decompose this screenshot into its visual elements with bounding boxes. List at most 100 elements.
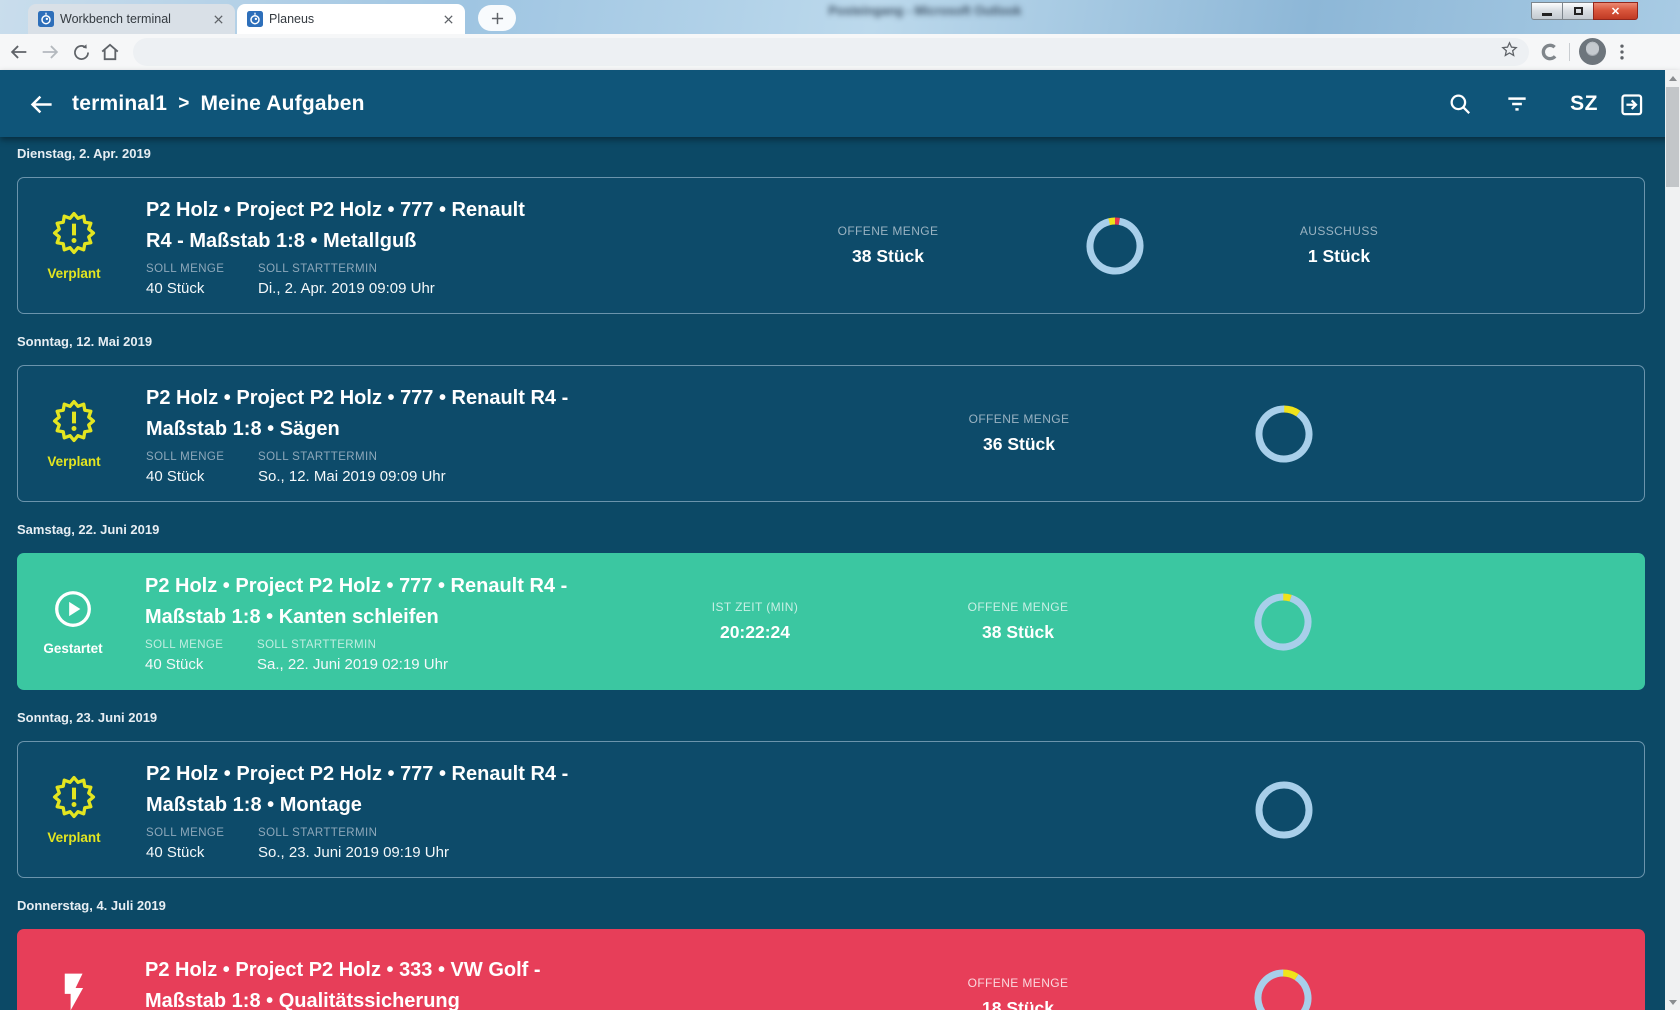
arrow-back-icon bbox=[30, 95, 52, 113]
day-section: Donnerstag, 4. Juli 2019 P2 Holz • Proje… bbox=[0, 898, 1680, 1010]
task-title: P2 Holz • Project P2 Holz • 777 • Renaul… bbox=[146, 383, 711, 445]
back-arrow-button[interactable] bbox=[26, 89, 56, 119]
task-main: P2 Holz • Project P2 Holz • 777 • Renaul… bbox=[146, 759, 711, 861]
field-value: 40 Stück bbox=[146, 843, 205, 861]
metric-label: OFFENE MENGE bbox=[968, 412, 1070, 426]
task-title: P2 Holz • Project P2 Holz • 777 • Renaul… bbox=[146, 759, 711, 821]
metric: OFFENE MENGE 36 Stück bbox=[909, 366, 1129, 501]
browser-toolbar bbox=[0, 34, 1680, 70]
day-section: Sonntag, 12. Mai 2019 Verplant P2 Holz •… bbox=[0, 334, 1680, 502]
task-card[interactable]: P2 Holz • Project P2 Holz • 333 • VW Gol… bbox=[17, 929, 1645, 1010]
fields-row: SOLL MENGE 40 Stück SOLL STARTTERMIN Sa., 2… bbox=[145, 639, 710, 673]
toolbar-divider bbox=[1569, 43, 1570, 61]
field-label: SOLL STARTTERMIN bbox=[258, 826, 378, 839]
breadcrumb: terminal1 > Meine Aufgaben bbox=[72, 70, 365, 137]
metric-label: OFFENE MENGE bbox=[967, 600, 1069, 614]
back-button[interactable] bbox=[7, 40, 31, 64]
task-title-line2: Maßstab 1:8 • Sägen bbox=[146, 417, 340, 440]
scroll-up-button[interactable] bbox=[1665, 70, 1680, 86]
task-title-line2: R4 - Maßstab 1:8 • Metallguß bbox=[146, 229, 417, 252]
filter-button[interactable] bbox=[1500, 87, 1534, 121]
window-maximize-button[interactable] bbox=[1562, 2, 1593, 20]
field-label: SOLL STARTTERMIN bbox=[258, 450, 378, 463]
flash-icon bbox=[51, 970, 95, 1010]
bookmark-star-icon[interactable] bbox=[1500, 40, 1519, 64]
exit-to-app-icon bbox=[1620, 93, 1642, 115]
field-value: Sa., 22. Juni 2019 02:19 Uhr bbox=[257, 655, 448, 673]
extension-icon[interactable] bbox=[1538, 40, 1562, 64]
field-value: So., 23. Juni 2019 09:19 Uhr bbox=[258, 843, 449, 861]
task-title: P2 Holz • Project P2 Holz • 777 • Renaul… bbox=[145, 571, 710, 633]
app-header: terminal1 > Meine Aufgaben SZ bbox=[0, 70, 1680, 137]
task-card[interactable]: Gestartet P2 Holz • Project P2 Holz • 77… bbox=[17, 553, 1645, 690]
metric-value: 38 Stück bbox=[852, 246, 924, 266]
field-label: SOLL STARTTERMIN bbox=[257, 638, 377, 651]
planeus-favicon-icon bbox=[247, 11, 263, 27]
browser-titlebar: Posteingang - Microsoft Outlook Workbenc… bbox=[0, 0, 1680, 34]
scrollbar-thumb[interactable] bbox=[1666, 87, 1679, 187]
search-icon bbox=[1450, 94, 1471, 115]
status-column bbox=[17, 970, 129, 1010]
chevron-separator: > bbox=[178, 92, 190, 114]
tab-close-icon[interactable] bbox=[210, 11, 227, 28]
metric-label: IST ZEIT (MIN) bbox=[711, 600, 799, 614]
verplant-badge-icon bbox=[52, 211, 96, 260]
new-tab-button[interactable] bbox=[478, 5, 516, 31]
date-header: Sonntag, 23. Juni 2019 bbox=[17, 710, 158, 725]
user-initials-button[interactable]: SZ bbox=[1560, 70, 1608, 137]
detail-field: SOLL MENGE 40 Stück bbox=[146, 451, 244, 485]
tab-close-icon[interactable] bbox=[440, 11, 457, 28]
metric-value: 18 Stück bbox=[982, 998, 1054, 1010]
metric-label: OFFENE MENGE bbox=[837, 224, 939, 238]
task-main: P2 Holz • Project P2 Holz • 777 • Renaul… bbox=[146, 383, 711, 485]
detail-field: SOLL MENGE 40 Stück bbox=[145, 639, 243, 673]
verplant-badge-icon bbox=[52, 775, 96, 824]
metric: IST ZEIT (MIN) 20:22:24 bbox=[645, 553, 865, 690]
task-title-line1: P2 Holz • Project P2 Holz • 777 • Renaul… bbox=[146, 386, 569, 409]
status-column: Gestartet bbox=[17, 588, 129, 656]
window-close-button[interactable]: ✕ bbox=[1593, 2, 1638, 20]
status-column: Verplant bbox=[18, 211, 130, 281]
logout-button[interactable] bbox=[1614, 87, 1648, 121]
task-title-line2: Maßstab 1:8 • Qualitätssicherung bbox=[145, 990, 460, 1010]
metric: OFFENE MENGE 38 Stück bbox=[908, 553, 1128, 690]
status-label: Verplant bbox=[47, 829, 101, 845]
address-bar[interactable] bbox=[133, 38, 1529, 66]
date-header: Dienstag, 2. Apr. 2019 bbox=[17, 146, 151, 161]
verplant-badge-icon bbox=[52, 399, 96, 448]
metric-value: 1 Stück bbox=[1307, 246, 1371, 266]
task-main: P2 Holz • Project P2 Holz • 777 • Renaul… bbox=[146, 195, 711, 297]
progress-donut bbox=[1254, 780, 1314, 840]
profile-avatar[interactable] bbox=[1579, 38, 1606, 65]
page-scrollbar bbox=[1665, 70, 1680, 1010]
task-main: P2 Holz • Project P2 Holz • 777 • Renaul… bbox=[145, 571, 710, 673]
home-button[interactable] bbox=[98, 40, 122, 64]
field-label: SOLL MENGE bbox=[146, 826, 225, 839]
tab-workbench-terminal[interactable]: Workbench terminal bbox=[28, 4, 235, 34]
progress-donut bbox=[1253, 968, 1313, 1010]
field-value: Di., 2. Apr. 2019 09:09 Uhr bbox=[258, 279, 435, 297]
detail-field: SOLL STARTTERMIN So., 12. Mai 2019 09:09 … bbox=[258, 451, 446, 485]
task-card[interactable]: Verplant P2 Holz • Project P2 Holz • 777… bbox=[17, 741, 1645, 878]
task-card[interactable]: Verplant P2 Holz • Project P2 Holz • 777… bbox=[17, 365, 1645, 502]
task-card[interactable]: Verplant P2 Holz • Project P2 Holz • 777… bbox=[17, 177, 1645, 314]
tab-planeus[interactable]: Planeus bbox=[237, 4, 465, 34]
metric-label: OFFENE MENGE bbox=[967, 976, 1069, 990]
status-label: Gestartet bbox=[43, 640, 103, 656]
status-column: Verplant bbox=[18, 399, 130, 469]
tab-label: Workbench terminal bbox=[60, 12, 171, 26]
scroll-down-button[interactable] bbox=[1665, 994, 1680, 1010]
detail-field: SOLL STARTTERMIN So., 23. Juni 2019 09:19… bbox=[258, 827, 449, 861]
field-label: SOLL STARTTERMIN bbox=[258, 262, 378, 275]
plus-icon bbox=[491, 12, 503, 24]
search-button[interactable] bbox=[1443, 87, 1477, 121]
task-main: P2 Holz • Project P2 Holz • 333 • VW Gol… bbox=[145, 955, 710, 1010]
status-label: Verplant bbox=[47, 453, 101, 469]
window-minimize-button[interactable] bbox=[1531, 2, 1562, 20]
reload-button[interactable] bbox=[69, 40, 93, 64]
field-value: 40 Stück bbox=[146, 279, 205, 297]
browser-menu-button[interactable] bbox=[1610, 40, 1634, 64]
task-title-line2: Maßstab 1:8 • Kanten schleifen bbox=[145, 605, 439, 628]
forward-button[interactable] bbox=[38, 40, 62, 64]
metric-label: AUSSCHUSS bbox=[1299, 224, 1379, 238]
